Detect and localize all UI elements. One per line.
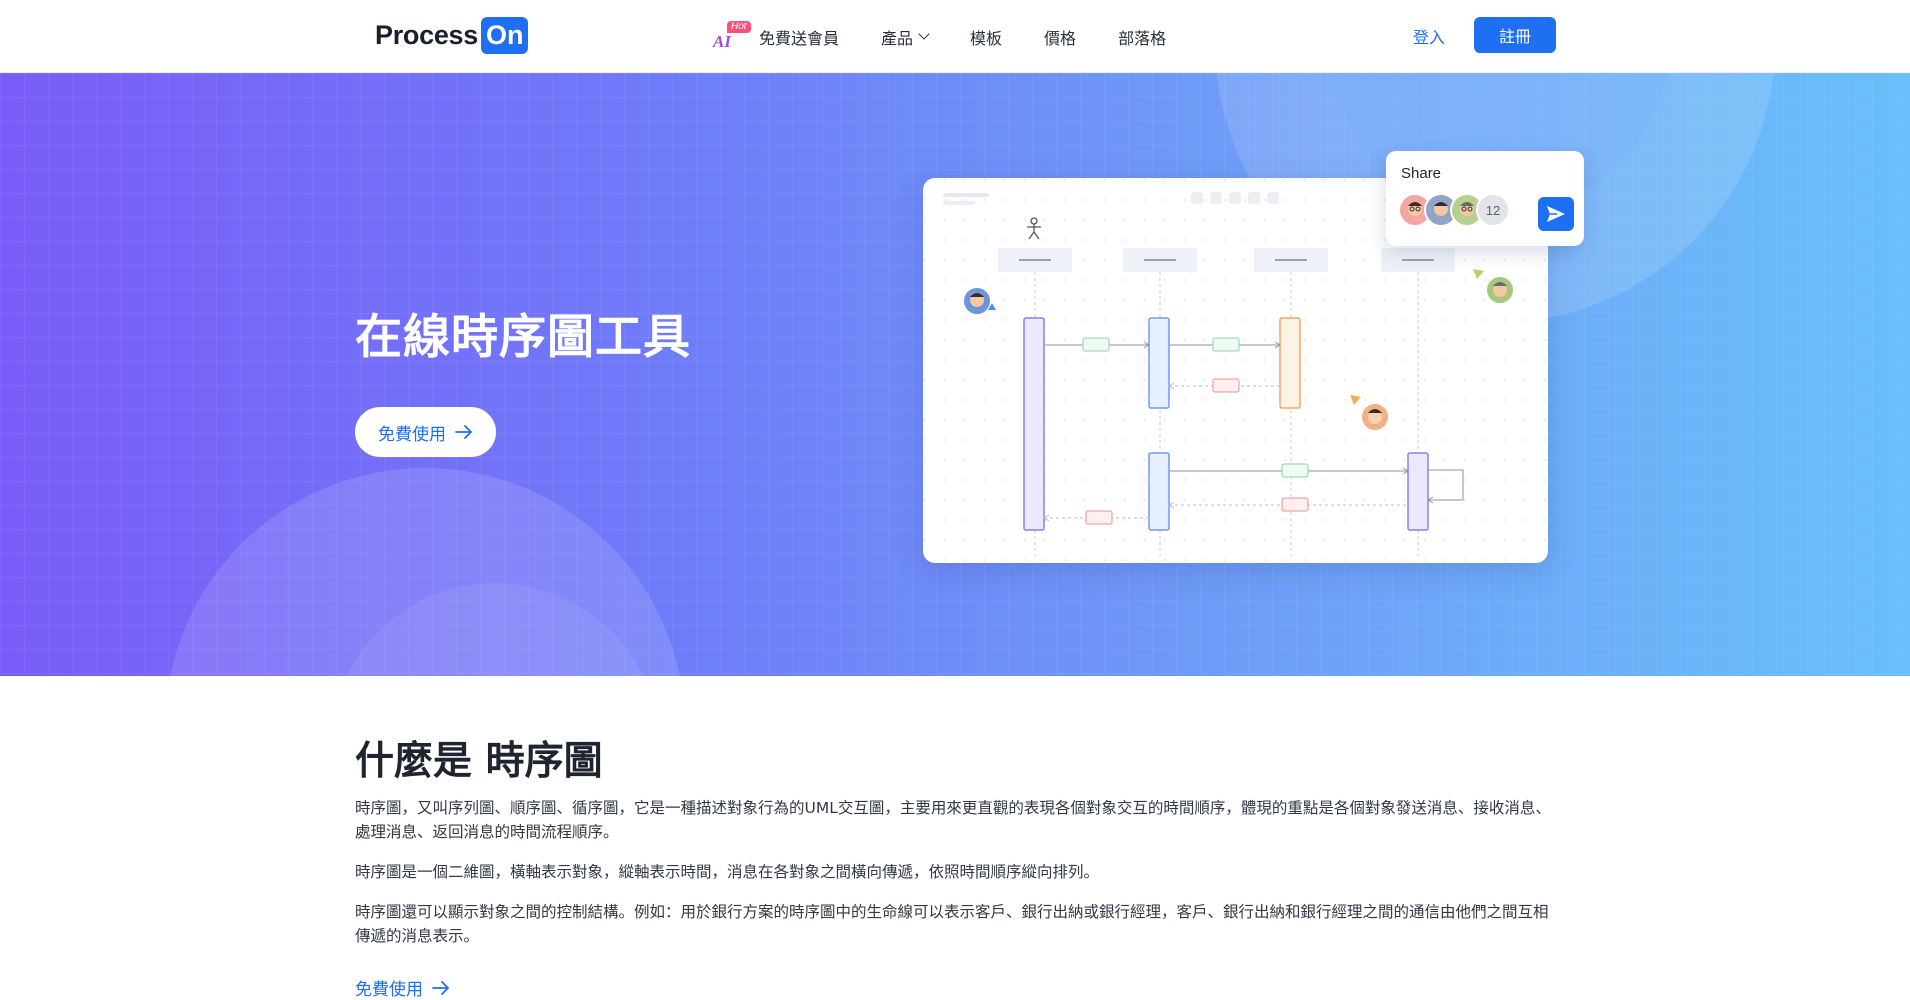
nav-item-label: 價格 [1044,28,1077,48]
nav-item-products[interactable]: 產品 [881,25,930,49]
share-card: Share 12 [1386,151,1584,246]
hero-banner: 在線時序圖工具 免費使用 Share 12 [0,73,1910,676]
nav-item-label: 免費送會員 [759,28,840,48]
logo-on-text: On [480,17,529,54]
nav-item-free-membership[interactable]: 免費送會員 [759,25,839,49]
collaborator-avatar-icon [1350,395,1390,432]
hero-free-use-button[interactable]: 免費使用 [355,407,496,457]
nav-ai-link[interactable]: AI Hot [713,20,751,52]
description-paragraph: 時序圖，又叫序列圖、順序圖、循序圖，它是一種描述對象行為的UML交互圖，主要用來… [355,799,1551,841]
share-title: Share [1401,165,1442,182]
description-paragraph: 時序圖還可以顯示對象之間的控制結構。例如：用於銀行方案的時序圖中的生命線可以表示… [355,903,1549,945]
nav-item-blog[interactable]: 部落格 [1118,25,1166,49]
send-icon [1547,206,1565,222]
hot-badge: Hot [727,20,751,33]
main-nav: AI Hot 免費送會員 產品 模板 價格 部落格 [713,0,1208,73]
ai-label: AI [713,31,731,51]
more-members-count: 12 [1476,193,1510,227]
nav-item-label: 產品 [881,28,914,48]
nav-item-label: 模板 [970,28,1003,48]
nav-item-label: 部落格 [1118,28,1167,48]
collaborator-avatar-icon [962,286,996,316]
share-send-button[interactable] [1538,197,1574,231]
arrow-right-icon [455,425,472,439]
register-button[interactable]: 註冊 [1474,17,1556,53]
processon-logo[interactable]: Process On [375,17,529,54]
arrow-right-icon [432,980,449,995]
top-header: Process On AI Hot 免費送會員 產品 模板 價格 部落格 登入 … [0,0,1910,73]
share-avatar-group: 12 [1398,193,1510,227]
collaborator-avatar-icon [1473,269,1515,305]
content-free-use-link[interactable]: 免費使用 [355,975,450,1000]
login-link[interactable]: 登入 [1413,24,1445,48]
description-paragraph: 時序圖是一個二維圖，橫軸表示對象，縱軸表示時間，消息在各對象之間橫向傳遞，依照時… [355,863,1100,881]
section-title: 什麼是 時序圖 [355,739,603,784]
logo-process-text: Process [375,20,478,50]
content-cta-label: 免費使用 [355,980,423,1000]
nav-item-pricing[interactable]: 價格 [1044,25,1076,49]
hero-title: 在線時序圖工具 [355,310,691,365]
chevron-down-icon [918,28,930,40]
hero-cta-label: 免費使用 [378,424,446,445]
nav-item-templates[interactable]: 模板 [970,25,1002,49]
